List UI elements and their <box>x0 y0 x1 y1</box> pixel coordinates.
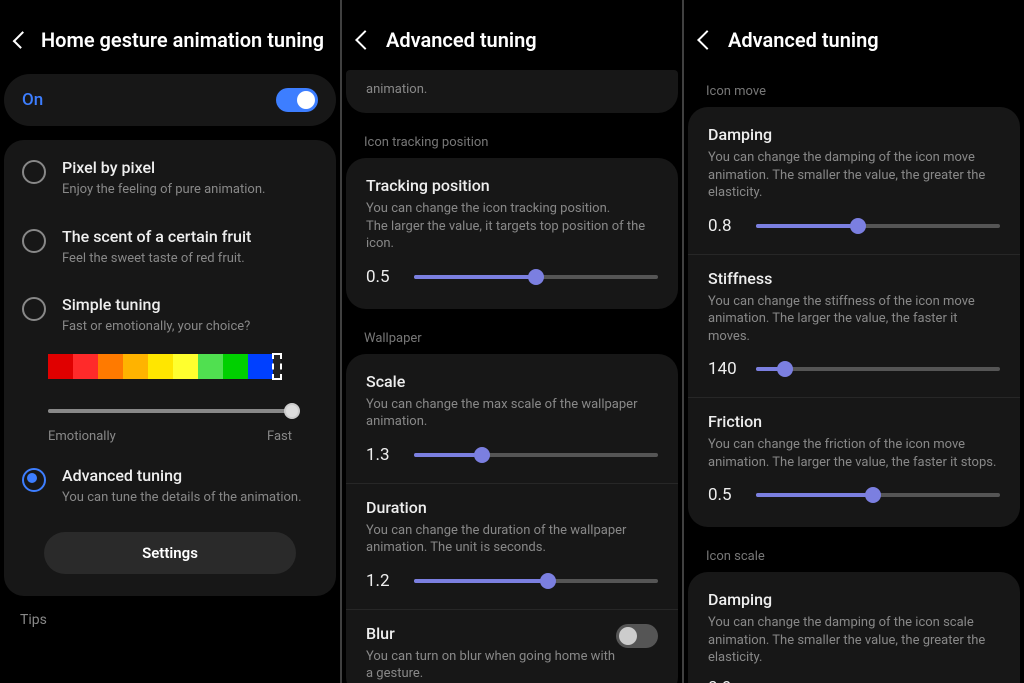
tracking-slider[interactable] <box>414 265 658 289</box>
tracking-card: Tracking position You can change the ico… <box>346 158 678 309</box>
slider-value: 0.5 <box>366 267 400 287</box>
back-icon[interactable] <box>13 31 31 49</box>
color-palette[interactable] <box>4 350 336 393</box>
setting-desc: You can change the stiffness of the icon… <box>708 293 1000 346</box>
page-title: Home gesture animation tuning <box>41 28 324 52</box>
option-scent-fruit[interactable]: The scent of a certain fruit Feel the sw… <box>4 213 336 282</box>
page-title: Advanced tuning <box>386 28 537 52</box>
option-title: Advanced tuning <box>62 466 302 485</box>
slider-value: 0.8 <box>708 216 742 236</box>
setting-title: Damping <box>708 125 1000 144</box>
blur-switch-icon[interactable] <box>616 624 658 648</box>
section-icon-tracking: Icon tracking position <box>342 121 682 158</box>
setting-desc: You can change the damping of the icon s… <box>708 614 1000 667</box>
option-sub: You can tune the details of the animatio… <box>62 489 302 507</box>
setting-duration: Duration You can change the duration of … <box>346 483 678 609</box>
header: Advanced tuning <box>342 0 682 70</box>
section-wallpaper: Wallpaper <box>342 317 682 354</box>
setting-scale: Scale You can change the max scale of th… <box>346 358 678 483</box>
setting-blur[interactable]: Blur You can turn on blur when going hom… <box>346 609 678 683</box>
switch-on-icon[interactable] <box>276 88 318 112</box>
option-title: Simple tuning <box>62 295 250 314</box>
option-title: Pixel by pixel <box>62 158 265 177</box>
slider-label-left: Emotionally <box>48 429 116 444</box>
setting-scale-damping: Damping You can change the damping of th… <box>688 576 1020 683</box>
header: Advanced tuning <box>684 0 1024 70</box>
duration-slider[interactable] <box>414 569 658 593</box>
radio-icon <box>22 160 46 184</box>
section-icon-scale: Icon scale <box>684 535 1024 572</box>
back-icon[interactable] <box>355 30 375 50</box>
icon-scale-card: Damping You can change the damping of th… <box>688 572 1020 683</box>
radio-icon <box>22 468 46 492</box>
tuning-speed-slider[interactable] <box>48 399 292 423</box>
slider-value: 1.3 <box>366 445 400 465</box>
slider-value: 140 <box>708 359 742 379</box>
tips-section-label: Tips <box>0 604 340 628</box>
slider-value: 1.2 <box>366 571 400 591</box>
move-damping-slider[interactable] <box>756 214 1000 238</box>
option-sub: Fast or emotionally, your choice? <box>62 318 250 336</box>
master-toggle-label: On <box>22 90 43 110</box>
setting-desc: You can change the duration of the wallp… <box>366 522 658 557</box>
setting-title: Scale <box>366 372 658 391</box>
header: Home gesture animation tuning <box>0 0 340 70</box>
prev-card-fragment: animation. <box>346 70 678 113</box>
color-swatch[interactable] <box>148 354 173 379</box>
setting-title: Blur <box>366 624 616 643</box>
color-swatch[interactable] <box>223 354 248 379</box>
slider-value: 0.5 <box>708 485 742 505</box>
truncated-text: animation. <box>346 74 678 109</box>
color-swatch[interactable] <box>98 354 123 379</box>
setting-tracking-position: Tracking position You can change the ico… <box>346 162 678 305</box>
color-swatch[interactable] <box>248 354 273 379</box>
master-toggle[interactable]: On <box>4 74 336 126</box>
setting-move-friction: Friction You can change the friction of … <box>688 397 1020 523</box>
color-swatch[interactable] <box>73 354 98 379</box>
option-simple-tuning[interactable]: Simple tuning Fast or emotionally, your … <box>4 281 336 350</box>
option-sub: Feel the sweet taste of red fruit. <box>62 250 251 268</box>
scale-slider[interactable] <box>414 443 658 467</box>
setting-title: Duration <box>366 498 658 517</box>
icon-move-card: Damping You can change the damping of th… <box>688 107 1020 527</box>
radio-icon <box>22 229 46 253</box>
setting-title: Friction <box>708 412 1000 431</box>
color-swatch-custom[interactable] <box>273 354 281 379</box>
setting-move-stiffness: Stiffness You can change the stiffness o… <box>688 254 1020 398</box>
color-swatch[interactable] <box>198 354 223 379</box>
section-icon-move: Icon move <box>684 70 1024 107</box>
move-friction-slider[interactable] <box>756 483 1000 507</box>
panel-advanced-tuning-2: Advanced tuning Icon move Damping You ca… <box>684 0 1024 683</box>
setting-desc: You can change the icon tracking positio… <box>366 200 658 253</box>
color-swatch[interactable] <box>173 354 198 379</box>
setting-desc: You can turn on blur when going home wit… <box>366 648 616 683</box>
setting-desc: You can change the damping of the icon m… <box>708 149 1000 202</box>
setting-desc: You can change the friction of the icon … <box>708 436 1000 471</box>
slider-value: 0.96 <box>708 679 742 683</box>
setting-desc: You can change the max scale of the wall… <box>366 396 658 431</box>
settings-button[interactable]: Settings <box>44 532 296 574</box>
panel-home-gesture-tuning: Home gesture animation tuning On Pixel b… <box>0 0 340 683</box>
wallpaper-card: Scale You can change the max scale of th… <box>346 354 678 683</box>
setting-title: Stiffness <box>708 269 1000 288</box>
options-card: Pixel by pixel Enjoy the feeling of pure… <box>4 140 336 596</box>
color-swatch[interactable] <box>48 354 73 379</box>
option-advanced-tuning[interactable]: Advanced tuning You can tune the details… <box>4 448 336 521</box>
option-title: The scent of a certain fruit <box>62 227 251 246</box>
setting-move-damping: Damping You can change the damping of th… <box>688 111 1020 254</box>
setting-title: Damping <box>708 590 1000 609</box>
panel-advanced-tuning-1: Advanced tuning animation. Icon tracking… <box>342 0 682 683</box>
page-title: Advanced tuning <box>728 28 879 52</box>
option-pixel-by-pixel[interactable]: Pixel by pixel Enjoy the feeling of pure… <box>4 144 336 213</box>
color-swatch[interactable] <box>123 354 148 379</box>
setting-title: Tracking position <box>366 176 658 195</box>
option-sub: Enjoy the feeling of pure animation. <box>62 181 265 199</box>
move-stiffness-slider[interactable] <box>756 357 1000 381</box>
back-icon[interactable] <box>697 30 717 50</box>
slider-label-right: Fast <box>267 429 292 444</box>
radio-icon <box>22 297 46 321</box>
